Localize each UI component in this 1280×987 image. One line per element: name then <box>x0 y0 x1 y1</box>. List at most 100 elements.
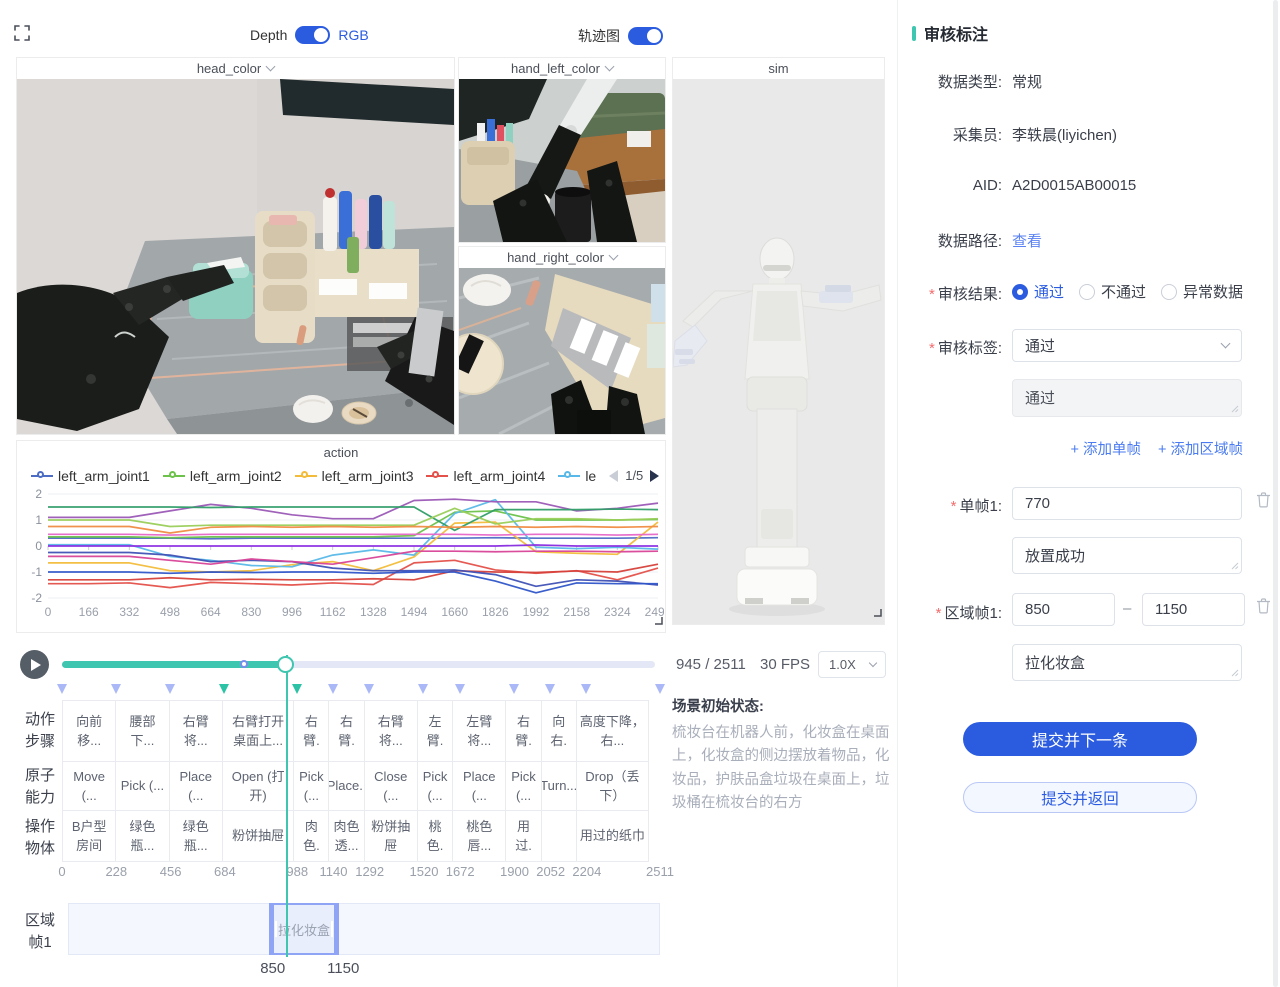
timeline-axis-label: 1900 <box>500 864 529 879</box>
panel-resize-icon[interactable] <box>872 604 882 622</box>
region-frame-note[interactable]: 拉化妆盒 <box>1012 644 1242 681</box>
timeline-marker-icon[interactable] <box>292 684 302 694</box>
timeline-cell: 左臂将... <box>452 700 506 762</box>
hand-left-camera-selector[interactable]: hand_left_color <box>459 58 665 79</box>
timeline-row-label: 原子能力 <box>22 765 58 809</box>
play-button[interactable] <box>20 650 49 679</box>
svg-text:1992: 1992 <box>523 605 550 619</box>
scene-text: 梳妆台在机器人前，化妆盒在桌面上，化妆盒的侧边摆放着物品，化妆品，护肤品盒垃圾在… <box>672 722 892 816</box>
data-type-label: 数据类型: <box>898 71 1002 92</box>
single-frame-note[interactable]: 放置成功 <box>1012 537 1242 574</box>
legend-item-label: left_arm_joint1 <box>58 468 150 484</box>
hand-right-camera-selector[interactable]: hand_right_color <box>459 247 665 268</box>
region-frame-track[interactable]: 拉化妆盒 <box>68 903 660 955</box>
timeline-axis-label: 2511 <box>646 864 674 879</box>
timeline-marker-icon[interactable] <box>418 684 428 694</box>
svg-text:1162: 1162 <box>320 605 346 619</box>
add-single-frame-link[interactable]: + 添加单帧 <box>1071 438 1142 459</box>
timeline-cell: Open (打开) <box>222 761 294 811</box>
timeline-cell: B户型房间 <box>62 810 116 862</box>
region-end-input[interactable] <box>1142 593 1245 626</box>
radio-label: 异常数据 <box>1183 281 1243 302</box>
legend-pager: 1/5 <box>609 468 659 483</box>
aid-value: A2D0015AB00015 <box>1012 177 1136 194</box>
timeline-marker-icon[interactable] <box>455 684 465 694</box>
review-tag-note-wrap: 通过 <box>1012 379 1242 417</box>
submit-next-button[interactable]: 提交并下一条 <box>963 722 1197 756</box>
speed-select[interactable]: 1.0X <box>818 651 886 678</box>
head-camera-selector[interactable]: head_color <box>17 58 454 79</box>
timeline-marker-icon[interactable] <box>509 684 519 694</box>
legend-item[interactable]: left_arm_joint3 <box>295 468 414 484</box>
legend-series-icon <box>163 471 185 481</box>
delete-single-frame-icon[interactable] <box>1256 492 1271 513</box>
timeline-marker-icon[interactable] <box>364 684 374 694</box>
sim-panel: sim <box>672 57 885 625</box>
timeline-axis-label: 684 <box>214 864 236 879</box>
timeline-marker-icon[interactable] <box>545 684 555 694</box>
legend-item[interactable]: left_arm_joint1 <box>31 468 150 484</box>
fullscreen-icon[interactable] <box>14 25 30 46</box>
timeline-cell: 右臂. <box>505 700 541 762</box>
playback-progress <box>62 661 285 668</box>
legend-prev-icon[interactable] <box>609 470 618 482</box>
review-result-option[interactable]: 异常数据 <box>1161 281 1243 302</box>
trajectory-toggle[interactable] <box>628 27 663 45</box>
timeline-marker-icon[interactable] <box>165 684 175 694</box>
timeline-marker-icon[interactable] <box>328 684 338 694</box>
timeline-row-label: 操作物体 <box>22 816 58 860</box>
review-tag-select[interactable]: 通过 <box>1012 329 1242 362</box>
hand-left-camera-panel: hand_left_color <box>458 57 666 243</box>
delete-region-frame-icon[interactable] <box>1256 598 1271 619</box>
resize-handle-icon[interactable] <box>1231 405 1239 413</box>
panel-resize-icon[interactable] <box>653 612 663 630</box>
timeline-cell: 桃色. <box>417 810 453 862</box>
timeline-cell: Pick (... <box>115 761 169 811</box>
timeline-marker-icon[interactable] <box>111 684 121 694</box>
timeline-marker-icon[interactable] <box>655 684 665 694</box>
add-region-frame-link[interactable]: + 添加区域帧 <box>1158 438 1243 459</box>
timeline-cell: 向右. <box>541 700 577 762</box>
legend-item[interactable]: left_arm_joint4 <box>426 468 545 484</box>
resize-handle-icon[interactable] <box>1231 562 1239 570</box>
frame-counter: 945 / 2511 <box>676 656 746 673</box>
timeline-marker-icon[interactable] <box>581 684 591 694</box>
chart-series-line <box>48 572 658 593</box>
resize-handle-icon[interactable] <box>1231 669 1239 677</box>
playback-slider[interactable] <box>62 661 655 668</box>
head-camera-panel: head_color <box>16 57 455 435</box>
data-path-link[interactable]: 查看 <box>1012 230 1042 251</box>
legend-item[interactable]: le <box>558 468 596 484</box>
timeline-axis-label: 228 <box>105 864 127 879</box>
submit-return-button[interactable]: 提交并返回 <box>963 782 1197 813</box>
chart-series-line <box>48 527 658 534</box>
review-result-option[interactable]: 通过 <box>1012 281 1064 302</box>
review-result-option[interactable]: 不通过 <box>1079 281 1146 302</box>
hand-right-camera-image <box>459 268 665 434</box>
timeline-axis-label: 1292 <box>355 864 384 879</box>
single-frame-input[interactable] <box>1012 487 1242 520</box>
legend-item[interactable]: left_arm_joint2 <box>163 468 282 484</box>
playback-handle[interactable] <box>277 656 294 673</box>
timeline-cell: 右臂. <box>328 700 364 762</box>
timeline-marker-icon[interactable] <box>57 684 67 694</box>
review-tag-label: *审核标签: <box>898 337 1002 358</box>
timeline-cell: Place (... <box>169 761 223 811</box>
timeline-cell: 腰部下... <box>115 700 169 762</box>
review-tag-note[interactable]: 通过 <box>1012 379 1242 417</box>
depth-rgb-toggle[interactable] <box>295 26 330 44</box>
range-separator: – <box>1123 600 1131 617</box>
region-frame-note-wrap: 拉化妆盒 <box>1012 644 1242 681</box>
current-frame-line <box>286 655 288 957</box>
timeline-cell: 桃色唇... <box>452 810 506 862</box>
scrollbar[interactable] <box>1273 0 1278 987</box>
radio-label: 通过 <box>1034 281 1064 302</box>
legend-next-icon[interactable] <box>650 470 659 482</box>
region-frame-band[interactable]: 拉化妆盒 <box>269 903 339 955</box>
svg-text:0: 0 <box>35 539 42 553</box>
timeline-marker-icon[interactable] <box>219 684 229 694</box>
data-path-label: 数据路径: <box>898 230 1002 251</box>
timeline-axis-label: 2052 <box>536 864 565 879</box>
hand-right-camera-title: hand_right_color <box>507 250 604 265</box>
region-start-input[interactable] <box>1012 593 1115 626</box>
